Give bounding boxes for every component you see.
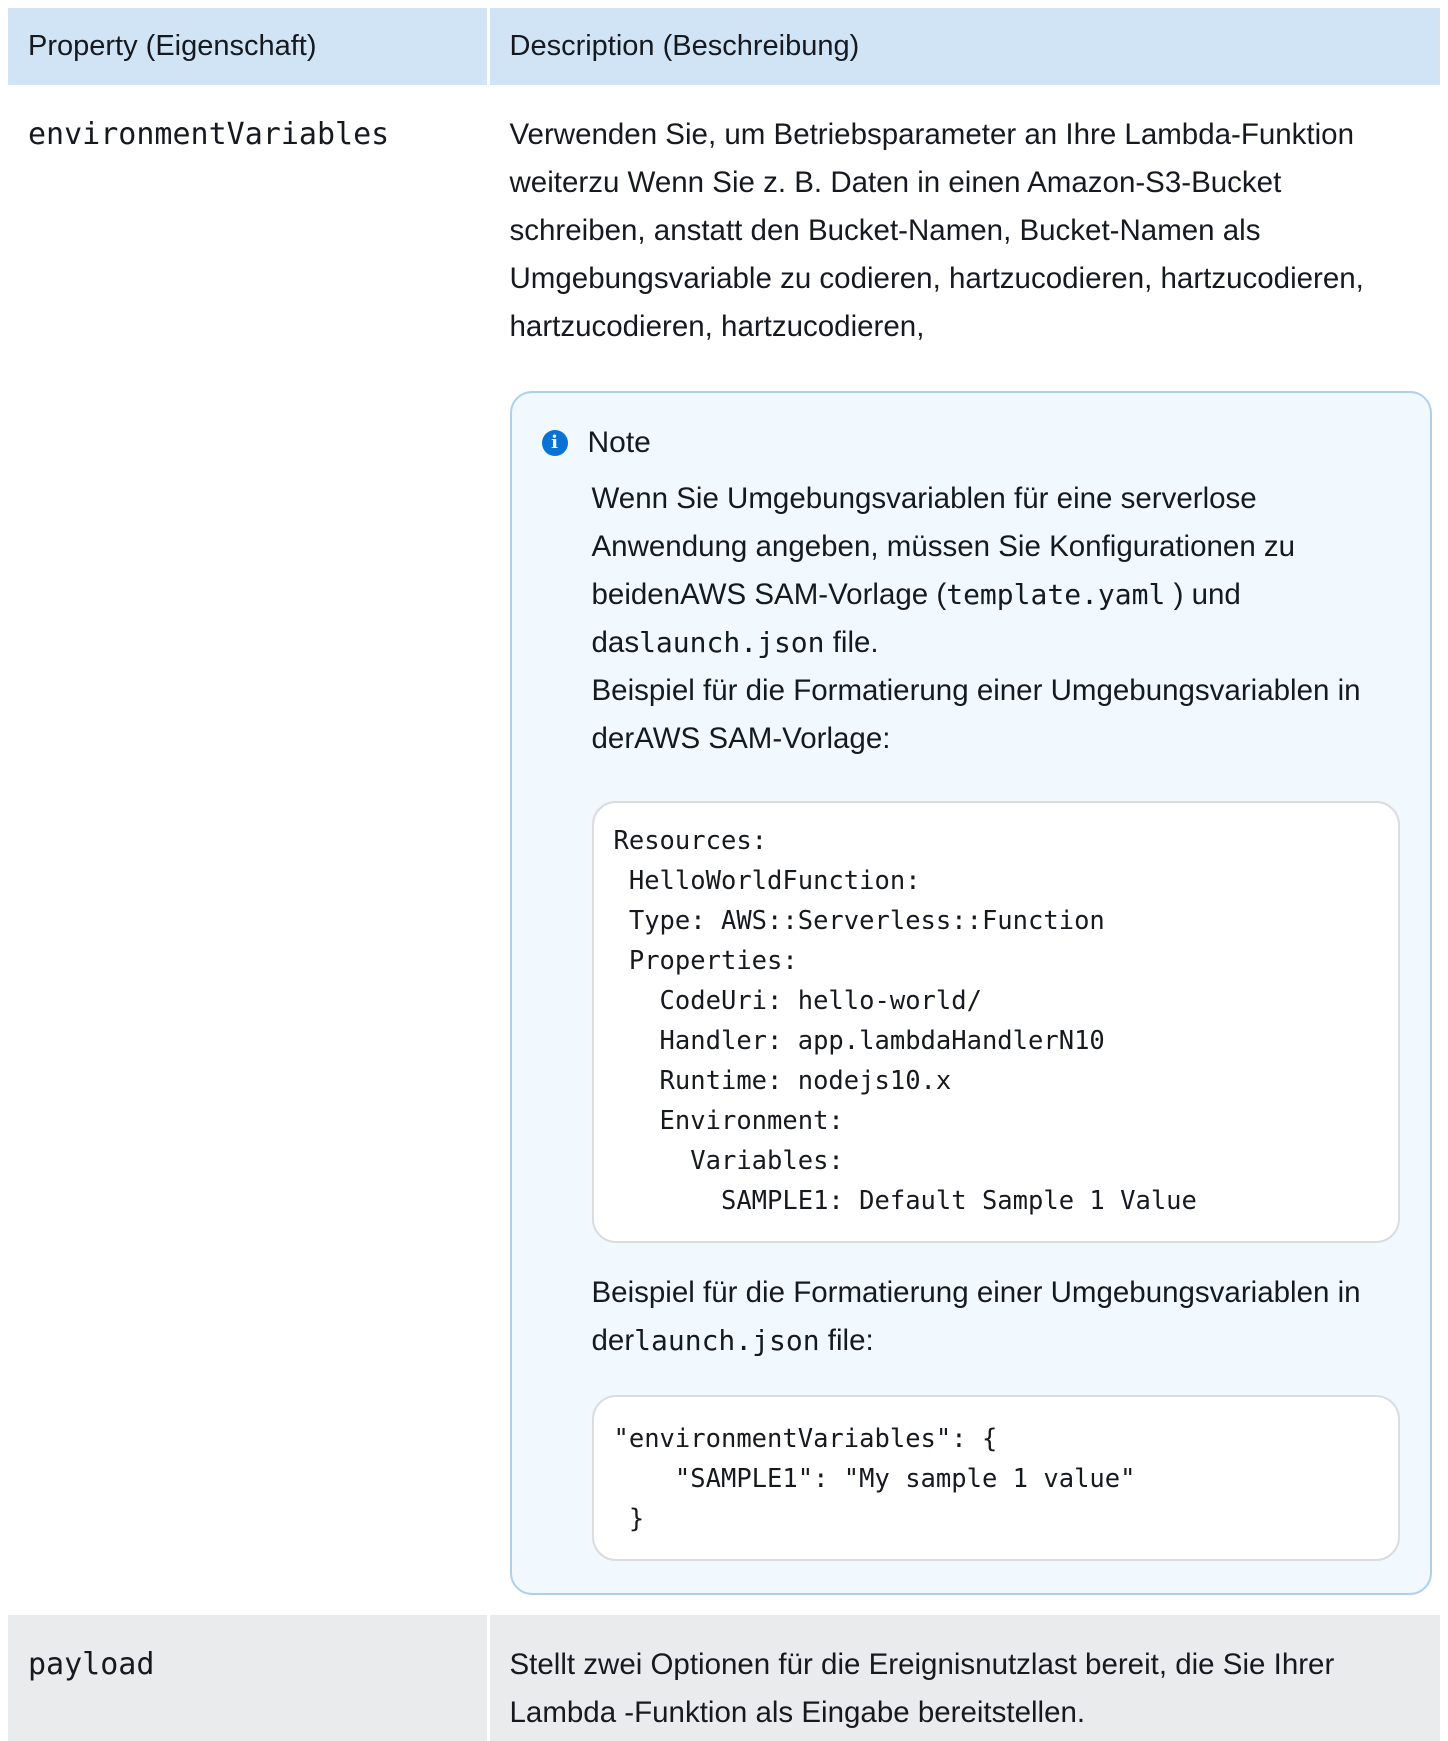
inline-code-template-yaml: template.yaml (946, 578, 1166, 611)
note-text: file. (824, 626, 879, 659)
note-body: Wenn Sie Umgebungsvariablen für eine ser… (542, 475, 1400, 1561)
table-header-row: Property (Eigenschaft) Description (Besc… (8, 8, 1440, 85)
code-block-json[interactable]: "environmentVariables": { "SAMPLE1": "My… (591, 1395, 1400, 1561)
note-header: i Note (541, 419, 1400, 467)
info-icon: i (541, 430, 568, 456)
code-block-yaml[interactable]: Resources: HelloWorldFunction: Type: AWS… (591, 801, 1400, 1243)
column-header-property: Property (Eigenschaft) (8, 8, 490, 85)
property-description-cell: Verwenden Sie, um Betriebsparameter an I… (488, 85, 1440, 1614)
table-row: payload Stellt zwei Optionen für die Ere… (8, 1613, 1440, 1741)
note-text: file: (819, 1324, 874, 1357)
column-header-description: Description (Beschreibung) (488, 8, 1440, 85)
note-paragraph-3: Beispiel für die Formatierung einer Umge… (592, 1269, 1400, 1365)
property-description: Verwenden Sie, um Betriebsparameter an I… (509, 118, 1364, 343)
note-title: Note (587, 426, 651, 459)
note-paragraph-1: Wenn Sie Umgebungsvariablen für eine ser… (592, 475, 1400, 667)
note-paragraph-2: Beispiel für die Formatierung einer Umge… (591, 674, 1361, 755)
inline-code-launch-json: launch.json (639, 626, 825, 659)
property-name: payload (8, 1613, 490, 1741)
note-callout: i Note Wenn Sie Umgebungsvariablen für e… (509, 391, 1432, 1595)
properties-table: Property (Eigenschaft) Description (Besc… (8, 8, 1440, 1741)
table-row: environmentVariables Verwenden Sie, um B… (8, 85, 1440, 1614)
property-description: Stellt zwei Optionen für die Ereignisnut… (488, 1613, 1440, 1741)
property-name: environmentVariables (8, 85, 490, 1614)
inline-code-launch-json: launch.json (634, 1324, 820, 1357)
